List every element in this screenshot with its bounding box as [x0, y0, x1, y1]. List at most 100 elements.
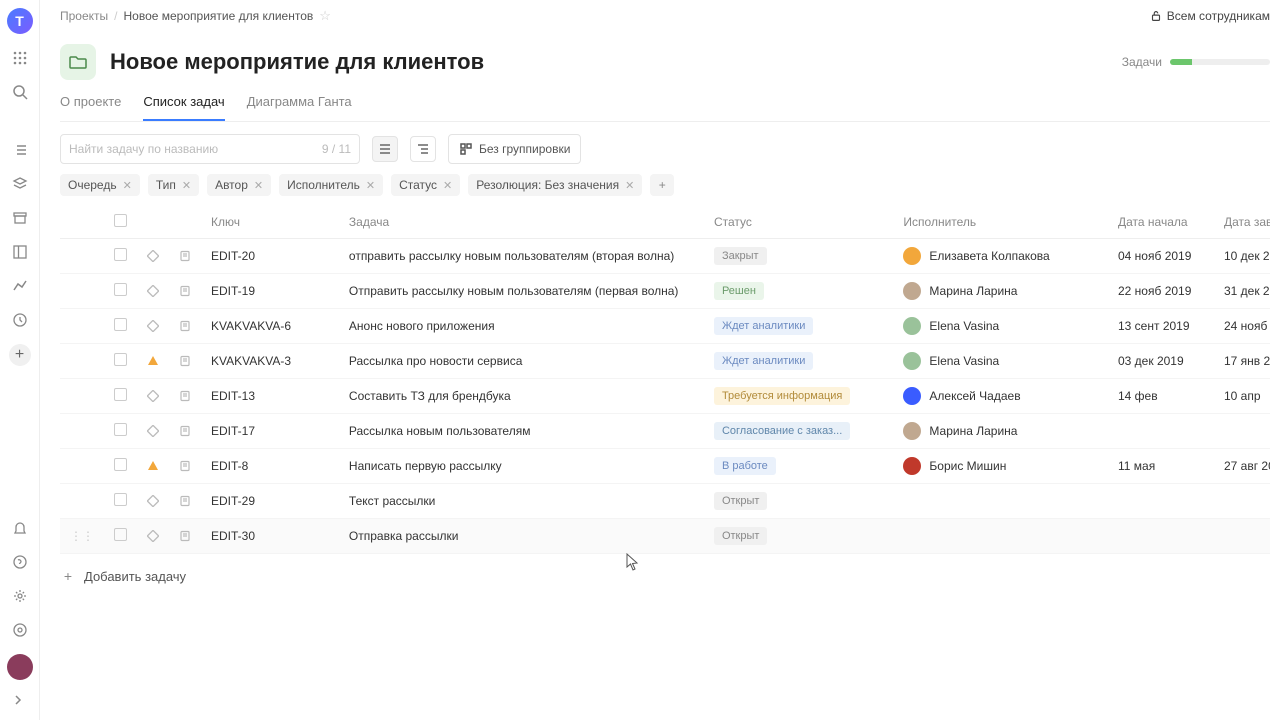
- assignee-cell[interactable]: Elena Vasina: [903, 317, 1098, 335]
- task-title[interactable]: отправить рассылку новым пользователям (…: [349, 249, 674, 263]
- task-key[interactable]: EDIT-17: [211, 424, 255, 438]
- app-logo[interactable]: T: [7, 8, 33, 34]
- close-icon[interactable]: ✕: [254, 179, 263, 192]
- task-title[interactable]: Анонс нового приложения: [349, 319, 495, 333]
- task-title[interactable]: Рассылка про новости сервиса: [349, 354, 522, 368]
- close-icon[interactable]: ✕: [366, 179, 375, 192]
- close-icon[interactable]: ✕: [625, 179, 634, 192]
- breadcrumb-root[interactable]: Проекты: [60, 9, 108, 23]
- grouping-button[interactable]: Без группировки: [448, 134, 581, 164]
- help-icon[interactable]: [10, 552, 30, 572]
- view-list-icon[interactable]: [372, 136, 398, 162]
- task-key[interactable]: EDIT-8: [211, 459, 248, 473]
- status-badge[interactable]: Закрыт: [714, 247, 767, 265]
- tab-task-list[interactable]: Список задач: [143, 94, 224, 121]
- filter-status[interactable]: Статус✕: [391, 174, 460, 196]
- task-key[interactable]: EDIT-29: [211, 494, 255, 508]
- table-row[interactable]: ⋮⋮KVAKVAKVA-6Анонс нового приложенияЖдет…: [60, 309, 1270, 344]
- col-status[interactable]: Статус: [704, 206, 893, 239]
- table-row[interactable]: ⋮⋮EDIT-13Составить ТЗ для брендбукаТребу…: [60, 379, 1270, 414]
- select-all-checkbox[interactable]: [114, 214, 127, 227]
- status-badge[interactable]: Открыт: [714, 527, 767, 545]
- task-key[interactable]: EDIT-20: [211, 249, 255, 263]
- table-row[interactable]: ⋮⋮EDIT-17Рассылка новым пользователямСог…: [60, 414, 1270, 449]
- col-task[interactable]: Задача: [339, 206, 704, 239]
- task-title[interactable]: Отправить рассылку новым пользователям (…: [349, 284, 679, 298]
- visibility-button[interactable]: Всем сотрудникам: [1149, 9, 1270, 23]
- task-title[interactable]: Написать первую рассылку: [349, 459, 502, 473]
- gear-icon[interactable]: [10, 586, 30, 606]
- table-row[interactable]: ⋮⋮ EDIT-30 Отправка рассылки Открыт: [60, 519, 1270, 554]
- task-key[interactable]: KVAKVAKVA-6: [211, 319, 291, 333]
- col-key[interactable]: Ключ: [201, 206, 339, 239]
- filter-queue[interactable]: Очередь✕: [60, 174, 140, 196]
- status-badge[interactable]: Открыт: [714, 492, 767, 510]
- task-title[interactable]: Отправка рассылки: [349, 529, 459, 543]
- table-row[interactable]: ⋮⋮EDIT-20отправить рассылку новым пользо…: [60, 239, 1270, 274]
- table-row[interactable]: ⋮⋮EDIT-19Отправить рассылку новым пользо…: [60, 274, 1270, 309]
- row-checkbox[interactable]: [114, 318, 127, 331]
- clock-icon[interactable]: [10, 310, 30, 330]
- filter-resolution[interactable]: Резолюция: Без значения✕: [468, 174, 642, 196]
- task-key[interactable]: EDIT-13: [211, 389, 255, 403]
- col-end[interactable]: Дата заверш: [1214, 206, 1270, 239]
- row-checkbox[interactable]: [114, 458, 127, 471]
- view-tree-icon[interactable]: [410, 136, 436, 162]
- status-badge[interactable]: Решен: [714, 282, 764, 300]
- add-button[interactable]: +: [9, 344, 31, 366]
- table-row[interactable]: ⋮⋮KVAKVAKVA-3Рассылка про новости сервис…: [60, 344, 1270, 379]
- add-filter-button[interactable]: +: [650, 174, 674, 196]
- archive-icon[interactable]: [10, 208, 30, 228]
- bell-icon[interactable]: [10, 518, 30, 538]
- assignee-cell[interactable]: Алексей Чадаев: [903, 387, 1098, 405]
- row-checkbox[interactable]: [114, 528, 127, 541]
- search-box[interactable]: 9 / 11: [60, 134, 360, 164]
- search-icon[interactable]: [10, 82, 30, 102]
- task-key[interactable]: EDIT-19: [211, 284, 255, 298]
- status-badge[interactable]: Ждет аналитики: [714, 352, 813, 370]
- filter-assignee[interactable]: Исполнитель✕: [279, 174, 383, 196]
- tab-gantt[interactable]: Диаграмма Ганта: [247, 94, 352, 121]
- search-input[interactable]: [69, 142, 322, 156]
- star-icon[interactable]: ☆: [319, 8, 331, 24]
- status-badge[interactable]: Ждет аналитики: [714, 317, 813, 335]
- close-icon[interactable]: ✕: [443, 179, 452, 192]
- row-checkbox[interactable]: [114, 493, 127, 506]
- row-checkbox[interactable]: [114, 388, 127, 401]
- task-key[interactable]: KVAKVAKVA-3: [211, 354, 291, 368]
- filter-author[interactable]: Автор✕: [207, 174, 271, 196]
- assignee-cell[interactable]: Elena Vasina: [903, 352, 1098, 370]
- list-icon[interactable]: [10, 140, 30, 160]
- user-avatar[interactable]: [7, 654, 33, 680]
- row-checkbox[interactable]: [114, 283, 127, 296]
- row-checkbox[interactable]: [114, 353, 127, 366]
- task-key[interactable]: EDIT-30: [211, 529, 255, 543]
- row-checkbox[interactable]: [114, 248, 127, 261]
- chart-icon[interactable]: [10, 276, 30, 296]
- filter-type[interactable]: Тип✕: [148, 174, 199, 196]
- assignee-cell[interactable]: Борис Мишин: [903, 457, 1098, 475]
- table-row[interactable]: ⋮⋮EDIT-8Написать первую рассылкуВ работе…: [60, 449, 1270, 484]
- col-assignee[interactable]: Исполнитель: [893, 206, 1108, 239]
- task-title[interactable]: Рассылка новым пользователям: [349, 424, 531, 438]
- chevron-right-icon[interactable]: [12, 694, 28, 710]
- drag-handle-icon[interactable]: ⋮⋮: [70, 529, 94, 543]
- col-start[interactable]: Дата начала: [1108, 206, 1214, 239]
- board-icon[interactable]: [10, 242, 30, 262]
- layers-icon[interactable]: [10, 174, 30, 194]
- close-icon[interactable]: ✕: [182, 179, 191, 192]
- assignee-cell[interactable]: Елизавета Колпакова: [903, 247, 1098, 265]
- task-title[interactable]: Составить ТЗ для брендбука: [349, 389, 511, 403]
- assignee-cell[interactable]: Марина Ларина: [903, 422, 1098, 440]
- status-badge[interactable]: В работе: [714, 457, 776, 475]
- row-checkbox[interactable]: [114, 423, 127, 436]
- tab-about[interactable]: О проекте: [60, 94, 121, 121]
- close-icon[interactable]: ✕: [123, 179, 132, 192]
- assignee-cell[interactable]: Марина Ларина: [903, 282, 1098, 300]
- task-title[interactable]: Текст рассылки: [349, 494, 435, 508]
- table-row[interactable]: ⋮⋮EDIT-29Текст рассылкиОткрыт: [60, 484, 1270, 519]
- add-task-button[interactable]: + Добавить задачу: [60, 562, 1270, 590]
- settings-icon[interactable]: [10, 620, 30, 640]
- apps-icon[interactable]: [10, 48, 30, 68]
- status-badge[interactable]: Требуется информация: [714, 387, 850, 405]
